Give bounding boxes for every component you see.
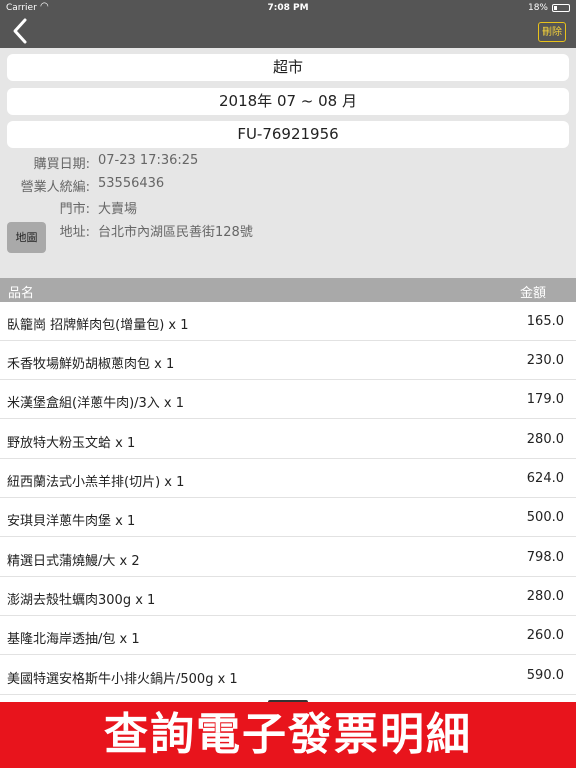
back-button[interactable] (8, 16, 32, 46)
item-name: 米漢堡盒組(洋蔥牛肉)/3入 x 1 (7, 396, 185, 411)
purchase-date-label: 購買日期: (33, 157, 90, 172)
items-list[interactable]: 臥籠崗 招牌鮮肉包(增量包) x 1 165.0 禾香牧場鮮奶胡椒蔥肉包 x 1… (0, 302, 576, 702)
amount-header: 金額 (519, 286, 546, 301)
address-row: 地址: 台北市內湖區民善街128號 (0, 221, 576, 241)
item-amount: 179.0 (526, 392, 564, 407)
promo-banner: 查詢電子發票明細 (0, 702, 576, 768)
delete-button[interactable]: 刪除 (538, 22, 566, 42)
store-type-field[interactable]: 超市 (7, 54, 569, 81)
item-amount: 280.0 (526, 432, 564, 447)
table-row[interactable]: 安琪貝洋蔥牛肉堡 x 1 500.0 (0, 498, 576, 537)
item-name: 安琪貝洋蔥牛肉堡 x 1 (7, 514, 136, 529)
item-name: 紐西蘭法式小羔羊排(切片) x 1 (7, 475, 185, 490)
item-amount: 165.0 (526, 314, 564, 329)
address-label: 地址: (59, 225, 90, 240)
invoice-number-field[interactable]: FU-76921956 (7, 121, 569, 148)
item-name: 基隆北海岸透抽/包 x 1 (7, 632, 140, 647)
store-value: 大賣場 (98, 202, 138, 217)
item-name: 野放特大粉玉文蛤 x 1 (7, 436, 136, 451)
item-name: 美國特選安格斯牛小排火鍋片/500g x 1 (7, 672, 238, 687)
item-amount: 260.0 (526, 628, 564, 643)
purchase-date-value: 07-23 17:36:25 (98, 153, 199, 168)
item-name: 臥籠崗 招牌鮮肉包(增量包) x 1 (7, 318, 189, 333)
store-row: 門市: 大賣場 (0, 198, 576, 218)
table-row[interactable]: 基隆北海岸透抽/包 x 1 260.0 (0, 616, 576, 655)
item-name-header: 品名 (8, 286, 35, 301)
item-amount: 500.0 (526, 510, 564, 525)
table-row[interactable]: 澎湖去殼牡蠣肉300g x 1 280.0 (0, 577, 576, 616)
table-row[interactable]: 米漢堡盒組(洋蔥牛肉)/3入 x 1 179.0 (0, 380, 576, 419)
tax-id-row: 營業人統編: 53556436 (0, 176, 576, 196)
map-button[interactable]: 地圖 (7, 222, 46, 253)
table-row[interactable]: 紐西蘭法式小羔羊排(切片) x 1 624.0 (0, 459, 576, 498)
item-amount: 280.0 (526, 589, 564, 604)
table-row[interactable]: 禾香牧場鮮奶胡椒蔥肉包 x 1 230.0 (0, 341, 576, 380)
item-amount: 624.0 (526, 471, 564, 486)
item-name: 精選日式蒲燒鰻/大 x 2 (7, 554, 140, 569)
table-row[interactable]: 野放特大粉玉文蛤 x 1 280.0 (0, 420, 576, 459)
battery-icon (552, 4, 570, 12)
address-value: 台北市內湖區民善街128號 (98, 225, 253, 240)
item-amount: 590.0 (526, 668, 564, 683)
status-bar: Carrier ◠ 7:08 PM 18% (0, 0, 576, 16)
battery-percent: 18% (527, 3, 548, 13)
status-time: 7:08 PM (267, 3, 309, 13)
store-label: 門市: (59, 202, 90, 217)
navigation-bar: Carrier ◠ 7:08 PM 18% 刪除 (0, 0, 576, 48)
item-amount: 230.0 (526, 353, 564, 368)
table-row[interactable]: 美國特選安格斯牛小排火鍋片/500g x 1 590.0 (0, 656, 576, 695)
tax-id-value: 53556436 (98, 176, 165, 191)
tax-id-label: 營業人統編: (20, 180, 90, 195)
chevron-left-icon (13, 18, 27, 44)
period-field[interactable]: 2018年 07 ~ 08 月 (7, 88, 569, 115)
item-name: 禾香牧場鮮奶胡椒蔥肉包 x 1 (7, 357, 175, 372)
item-name: 澎湖去殼牡蠣肉300g x 1 (7, 593, 156, 608)
table-row[interactable]: 臥籠崗 招牌鮮肉包(增量包) x 1 165.0 (0, 302, 576, 341)
items-table-header: 品名 金額 (0, 278, 576, 302)
table-row[interactable]: 精選日式蒲燒鰻/大 x 2 798.0 (0, 538, 576, 577)
item-amount: 798.0 (526, 550, 564, 565)
purchase-date-row: 購買日期: 07-23 17:36:25 (0, 153, 576, 173)
